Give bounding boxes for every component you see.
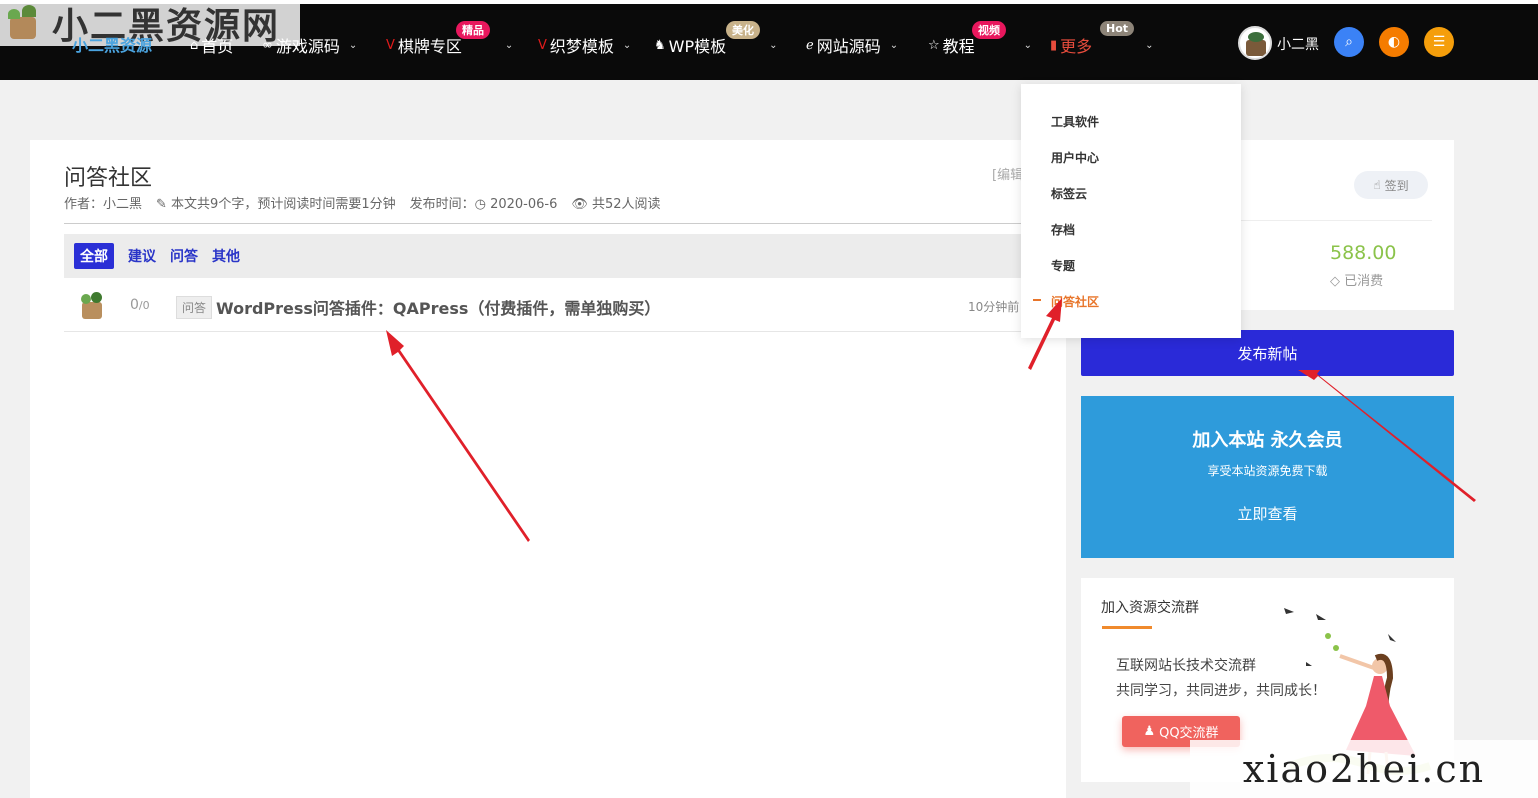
vip-title: 加入本站 永久会员 [1192,430,1343,451]
checkin-button[interactable]: ☝ 签到 [1354,171,1428,199]
filter-bar: 全部 建议 问答 其他 [64,234,1066,278]
filter-tab-other[interactable]: 其他 [212,246,240,266]
chevron-down-icon: ⌄ [622,39,632,51]
avatar[interactable] [78,292,106,320]
nav-label: 首页 [201,37,234,56]
publish-label: 发布时间： [409,197,475,212]
nav-dede-template[interactable]: V 织梦模板 ⌄ [538,33,631,57]
nav-wp-template[interactable]: ♞ WP模板 美化 ⌄ [654,21,778,57]
dropdown-item-user-center[interactable]: 用户中心 [1051,149,1099,166]
group-desc-1: 互联网站长技术交流群 [1116,658,1256,674]
wordpress-icon: ♞ [654,37,666,53]
spent-label-wrap: ◇ 已消费 [1330,270,1383,289]
page-title: 问答社区 [64,166,153,191]
logo-icon [4,3,44,43]
filter-tab-suggestion[interactable]: 建议 [128,246,156,266]
dropdown-item-qa-community[interactable]: 问答社区 [1051,293,1099,310]
filter-tab-qa[interactable]: 问答 [170,246,198,266]
qq-icon: ♟ [1143,724,1156,739]
v-icon: V [386,37,395,53]
nav-site-source[interactable]: ℯ 网站源码 ⌄ [806,33,898,57]
list-icon: ☰ [1432,34,1446,50]
vip-subtitle: 享受本站资源免费下载 [1207,464,1328,478]
checkin-label: 签到 [1384,178,1409,193]
watermark-bottom: xiao2hei.cn [1190,740,1538,798]
author: 作者：小二黑 [64,197,143,212]
divider [64,223,1066,224]
avatar[interactable] [1238,26,1272,60]
post-meta: 作者：小二黑 ✎ 本文共9个字，预计阅读时间需要1分钟 发布时间：◷ 2020-… [64,193,661,212]
diamond-icon: ◇ [1330,274,1345,289]
view-count: 0 [142,299,150,312]
publish-date: 发布时间：◷ 2020-06-6 [410,193,558,212]
nav-badge: Hot [1100,21,1135,36]
chevron-down-icon: ⌄ [1023,39,1033,51]
edit-link[interactable]: [编辑 [992,164,1023,183]
nav-chess[interactable]: V 棋牌专区 精品 ⌄ [386,21,514,57]
title-underline [1102,626,1152,629]
nav-label: 教程 [942,37,975,56]
word-count-text: 本文共9个字，预计阅读时间需要1分钟 [171,197,396,212]
star-icon: ☆ [928,37,940,53]
publish-date-value: 2020-06-6 [490,197,558,212]
category-badge[interactable]: 问答 [176,296,213,319]
menu-button[interactable]: ☰ [1424,27,1454,57]
answer-view-count: 0/0 [130,297,150,313]
search-button[interactable]: ⌕ [1334,27,1364,57]
more-dropdown-menu: 工具软件 用户中心 标签云 存档 专题 问答社区 [1021,84,1241,338]
edit-icon: ✎ [156,197,172,212]
site-logo-text[interactable]: 小二黑资源 [72,32,152,56]
nav-label: 织梦模板 [549,37,614,56]
chevron-down-icon: ⌄ [504,39,514,51]
clock-icon: ◷ [474,197,491,212]
post-title[interactable]: WordPress问答插件：QAPress（付费插件，需单独购买） [216,295,660,319]
dropdown-item-archive[interactable]: 存档 [1051,221,1075,238]
home-icon: ⌂ [190,37,199,53]
gamepad-icon: ∞ [262,37,273,53]
theme-toggle-button[interactable]: ◐ [1379,27,1409,57]
vip-card: 加入本站 永久会员 享受本站资源免费下载 立即查看 [1081,396,1454,558]
main-content-card: 问答社区 作者：小二黑 ✎ 本文共9个字，预计阅读时间需要1分钟 发布时间：◷ … [30,140,1066,798]
sun-icon: ◐ [1387,34,1401,50]
dropdown-item-topics[interactable]: 专题 [1051,257,1075,274]
active-indicator [1033,299,1041,301]
chevron-down-icon: ⌄ [769,39,778,51]
post-time: 10分钟前 [968,300,1020,314]
user-name[interactable]: 小二黑 [1277,34,1319,54]
nav-label: 更多 [1060,37,1093,56]
list-item[interactable]: 0/0 问答 WordPress问答插件：QAPress（付费插件，需单独购买）… [64,280,1066,332]
vip-view-link[interactable]: 立即查看 [1081,503,1454,524]
view-count-text: 共52人阅读 [592,197,661,212]
view-count: 👁 共52人阅读 [571,193,660,212]
group-title: 加入资源交流群 [1101,600,1199,616]
chevron-down-icon: ⌄ [348,39,358,51]
filter-tab-all[interactable]: 全部 [74,243,114,269]
nav-label: 网站源码 [816,37,881,56]
ie-icon: ℯ [806,37,814,53]
answer-count: 0 [130,297,139,313]
nav-tutorial[interactable]: ☆ 教程 视频 ⌄ [928,21,1033,57]
nav-game-source[interactable]: ∞ 游戏源码 ⌄ [262,33,357,57]
nav-badge: 精品 [456,21,490,39]
chevron-down-icon: ⌄ [1145,39,1154,51]
search-icon: ⌕ [1345,34,1353,50]
nav-home[interactable]: ⌂ 首页 [190,33,233,57]
spent-label: 已消费 [1344,274,1384,289]
nav-label: 棋牌专区 [397,37,462,56]
qq-button-label: QQ交流群 [1159,726,1219,741]
nav-label: 游戏源码 [275,37,340,56]
dropdown-item-tag-cloud[interactable]: 标签云 [1051,185,1087,202]
eye-icon: 👁 [571,197,593,212]
v-icon: V [538,37,547,53]
nav-more[interactable]: ▮ 更多 Hot ⌄ [1050,21,1154,57]
bookmark-icon: ▮ [1050,37,1058,53]
hand-icon: ☝ [1373,178,1381,192]
nav-badge: 视频 [972,21,1006,39]
nav-badge: 美化 [726,21,760,39]
dropdown-item-tools[interactable]: 工具软件 [1051,113,1099,130]
spent-value: 588.00 [1330,242,1397,264]
word-count: ✎ 本文共9个字，预计阅读时间需要1分钟 [156,193,396,212]
nav-label: WP模板 [668,37,727,56]
chevron-down-icon: ⌄ [889,39,899,51]
